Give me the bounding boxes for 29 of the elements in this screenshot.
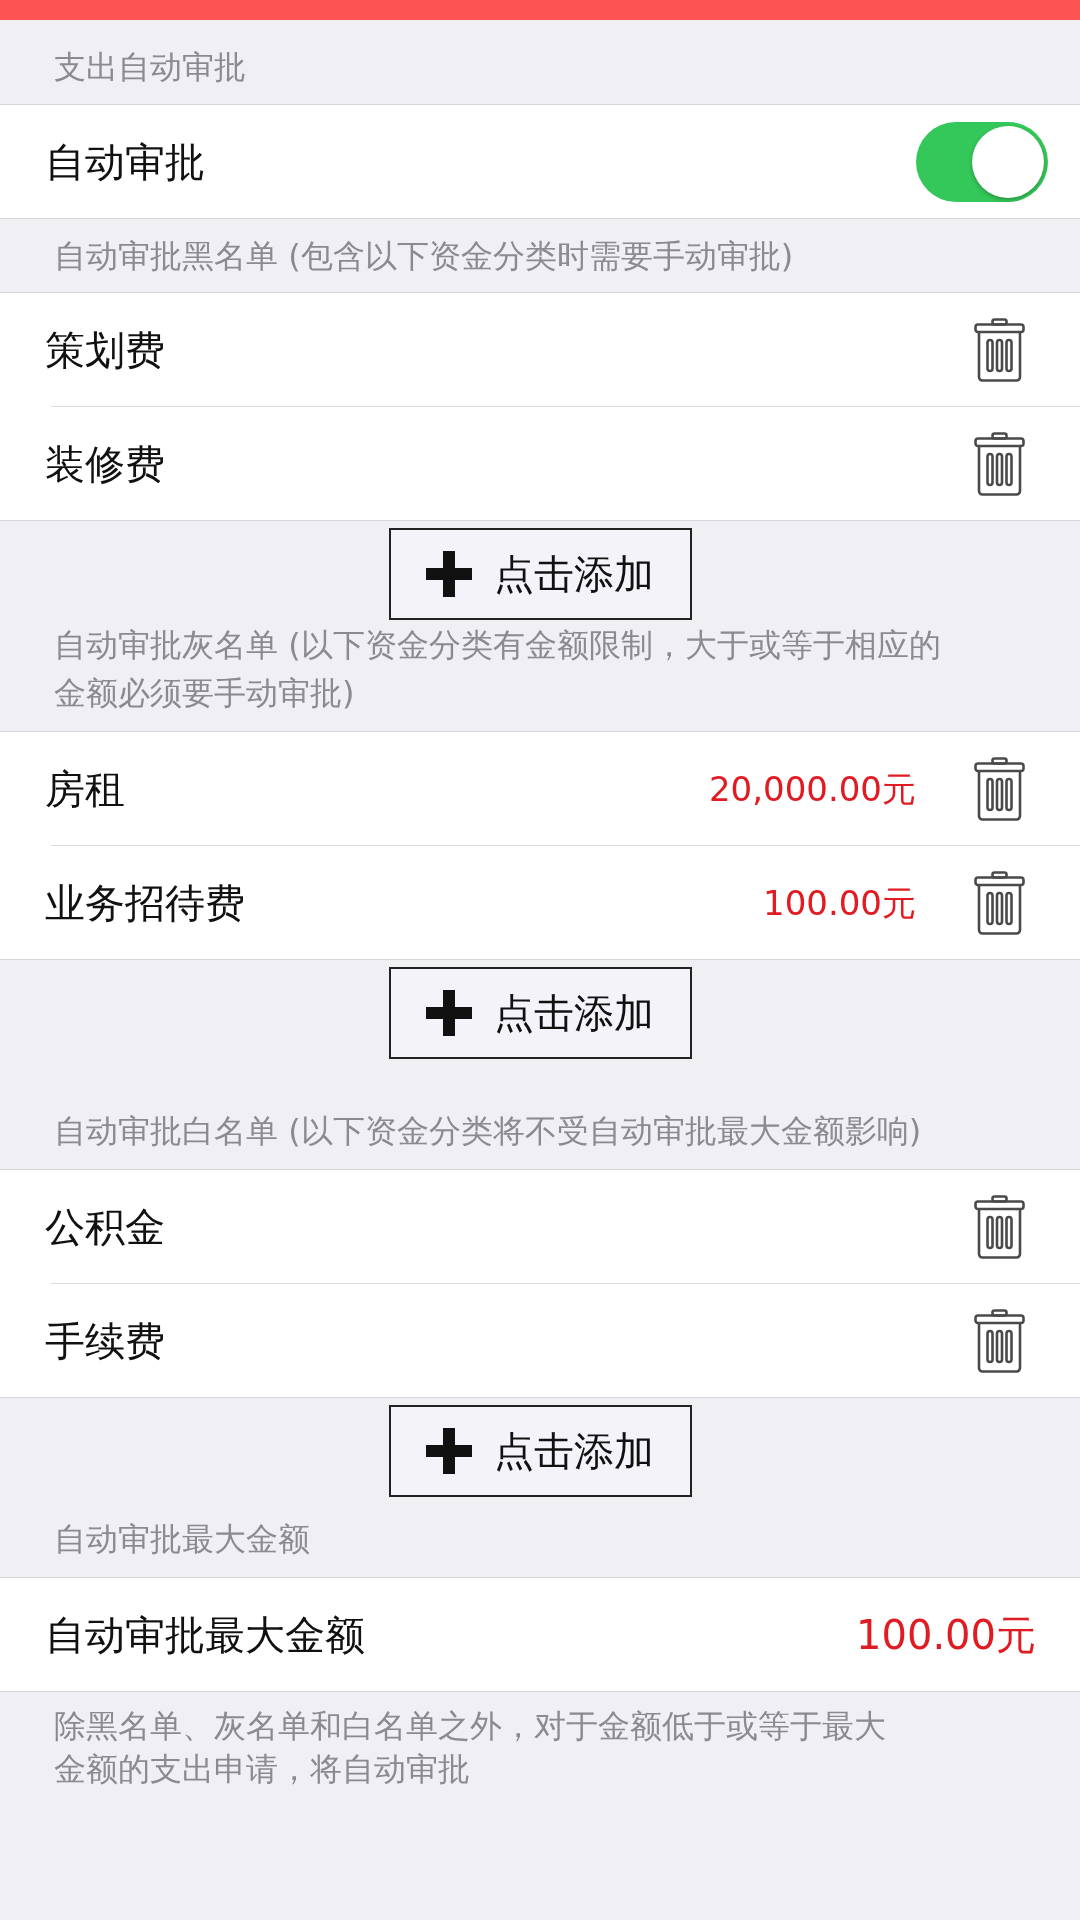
plus-icon (426, 551, 472, 597)
trash-icon[interactable] (973, 431, 1026, 496)
amount-limit: 100.00元 (763, 881, 916, 925)
section-header: 自动审批灰名单 (以下资金分类有金额限制，大于或等于相应的金额必须要手动审批) (54, 625, 942, 714)
category-name: 公积金 (45, 1202, 166, 1252)
category-name: 业务招待费 (45, 878, 246, 928)
section-header: 自动审批黑名单 (包含以下资金分类时需要手动审批) (54, 236, 795, 277)
trash-icon[interactable] (973, 756, 1026, 821)
trash-icon[interactable] (973, 1194, 1026, 1259)
add-button[interactable]: 点击添加 (388, 528, 692, 620)
plus-icon (426, 990, 472, 1036)
row-label: 自动审批 (45, 137, 205, 187)
category-name: 装修费 (45, 439, 166, 489)
add-button[interactable]: 点击添加 (388, 967, 692, 1059)
plus-icon (426, 1428, 472, 1474)
trash-icon[interactable] (973, 1308, 1026, 1373)
section-header: 支出自动审批 (54, 47, 247, 88)
category-name: 房租 (45, 764, 126, 814)
category-name: 手续费 (45, 1316, 166, 1366)
trash-icon[interactable] (973, 317, 1026, 382)
section-header: 自动审批白名单 (以下资金分类将不受自动审批最大金额影响) (54, 1111, 923, 1152)
trash-icon[interactable] (973, 870, 1026, 935)
amount-value: 100.00元 (856, 1610, 1036, 1660)
footer-note: 除黑名单、灰名单和白名单之外，对于金额低于或等于最大金额的支出申请，将自动审批 (54, 1706, 887, 1790)
section-header: 自动审批最大金额 (54, 1519, 311, 1560)
add-button[interactable]: 点击添加 (388, 1405, 692, 1497)
row-label: 自动审批最大金额 (45, 1610, 366, 1660)
category-name: 策划费 (45, 325, 166, 375)
amount-limit: 20,000.00元 (708, 767, 916, 811)
